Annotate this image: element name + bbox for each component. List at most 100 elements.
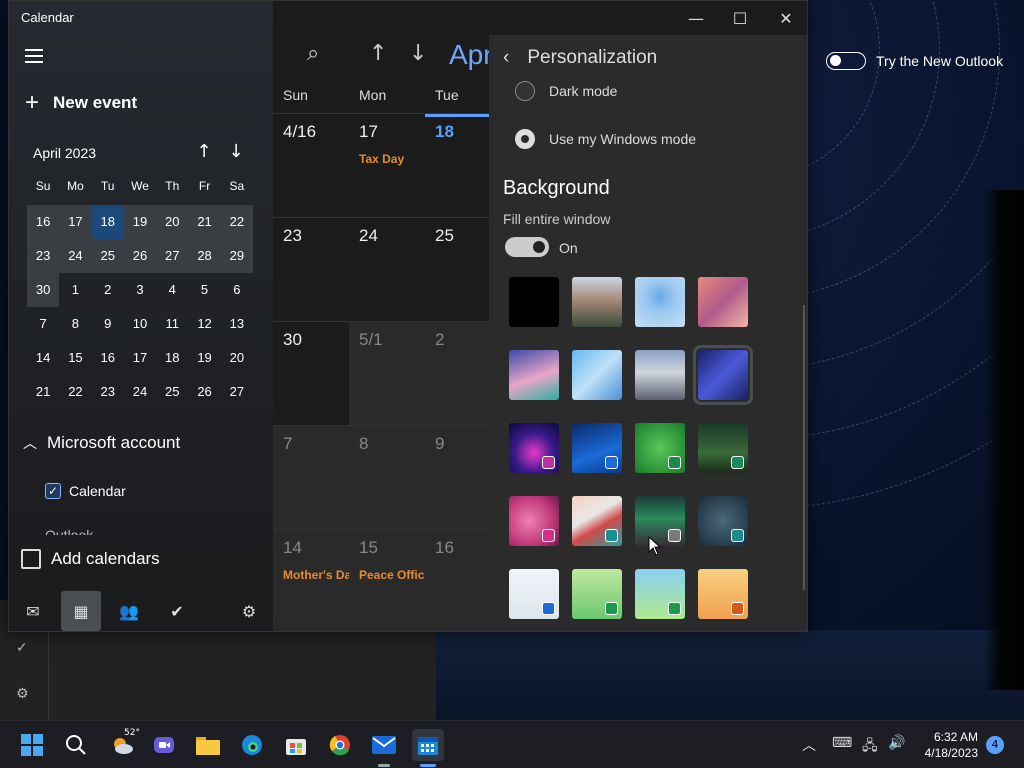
microsoft-account-group[interactable]: ︿ Microsoft account [23,433,180,453]
background-swatch[interactable] [698,496,748,546]
background-swatch[interactable] [509,496,559,546]
mini-day[interactable]: 4 [156,273,188,307]
event-label[interactable]: Mother's Day [283,568,353,582]
mini-day[interactable]: 16 [27,205,59,239]
mini-day[interactable]: 13 [221,307,253,341]
back-arrow-icon[interactable]: ‹ [503,47,509,69]
dark-mode-radio[interactable]: Dark mode [515,81,617,101]
background-swatch[interactable] [572,350,622,400]
background-swatch[interactable] [572,277,622,327]
day-cell[interactable]: 8 [349,426,425,530]
people-icon[interactable]: 👥 [109,591,149,631]
mini-day[interactable]: 1 [59,273,91,307]
day-cell[interactable]: 30 [273,322,349,426]
mini-day[interactable]: 3 [124,273,156,307]
day-cell[interactable]: 4/16 [273,114,349,218]
radio-dot-selected[interactable] [515,129,535,149]
mini-day[interactable]: 12 [188,307,220,341]
background-swatch[interactable] [509,569,559,619]
close-button[interactable]: ✕ [763,7,807,31]
day-cell[interactable]: 5/1 [349,322,425,426]
calendar-checkbox[interactable]: ✓ [45,483,61,499]
windows-start-icon[interactable] [16,729,48,761]
background-swatch[interactable] [572,496,622,546]
mini-day[interactable]: 27 [156,239,188,273]
calendar-app-icon[interactable] [412,729,444,767]
day-cell[interactable]: 15 Peace Officers [349,530,429,631]
todo-icon[interactable]: ✔ [157,591,197,631]
background-swatch[interactable] [509,350,559,400]
search-icon[interactable] [60,729,92,761]
outlook-group-peek[interactable]: Outlook [45,527,93,535]
mini-day[interactable]: 7 [27,307,59,341]
mini-day[interactable]: 20 [221,341,253,375]
arrow-down-icon[interactable]: ↓ [409,41,427,66]
day-cell[interactable]: 23 [273,218,349,322]
mini-day[interactable]: 21 [27,375,59,409]
mini-day[interactable]: 21 [188,205,220,239]
mini-day[interactable]: 9 [92,307,124,341]
mini-day[interactable]: 6 [221,273,253,307]
mini-calendar-month[interactable]: April 2023 [33,145,96,161]
background-swatch[interactable] [693,345,753,405]
add-calendars-button[interactable]: Add calendars [21,549,160,569]
mini-day[interactable]: 8 [59,307,91,341]
toggle-switch[interactable] [826,52,866,70]
background-swatch[interactable] [509,423,559,473]
mini-day[interactable]: 18 [156,341,188,375]
mini-day[interactable]: 25 [92,239,124,273]
day-cell[interactable]: 24 [349,218,425,322]
background-swatch[interactable] [698,569,748,619]
mini-day[interactable]: 22 [59,375,91,409]
background-swatch[interactable] [509,277,559,327]
clock[interactable]: 6:32 AM 4/18/2023 [925,729,978,761]
mini-day[interactable]: 24 [59,239,91,273]
mail-app-icon[interactable] [368,729,400,767]
mini-day[interactable]: 14 [27,341,59,375]
notification-badge[interactable]: 4 [986,736,1004,754]
month-label[interactable]: Apr [449,39,493,71]
try-new-outlook-toggle[interactable]: Try the New Outlook [826,52,1003,70]
windows-mode-radio[interactable]: Use my Windows mode [515,129,696,149]
background-swatch[interactable] [635,423,685,473]
edge-browser-icon[interactable] [236,729,268,761]
chat-video-icon[interactable] [148,729,180,761]
background-swatch[interactable] [698,423,748,473]
mini-day[interactable]: 11 [156,307,188,341]
file-explorer-icon[interactable] [192,729,224,761]
background-swatch[interactable] [635,350,685,400]
search-icon[interactable]: ⌕ [307,41,319,66]
event-label[interactable]: Tax Day [359,152,429,166]
mini-day[interactable]: 26 [188,375,220,409]
store-icon[interactable] [280,729,312,761]
day-cell[interactable]: 17 Tax Day [349,114,425,218]
mini-day[interactable]: 27 [221,375,253,409]
fill-window-toggle[interactable] [505,237,549,257]
background-swatch[interactable] [698,277,748,327]
mini-day[interactable]: 23 [92,375,124,409]
mini-day[interactable]: 19 [124,205,156,239]
settings-gear-icon[interactable]: ⚙ [229,591,269,631]
mini-day[interactable]: 10 [124,307,156,341]
mini-day[interactable]: 20 [156,205,188,239]
mini-day[interactable]: 17 [59,205,91,239]
radio-dot[interactable] [515,81,535,101]
background-swatch[interactable] [635,277,685,327]
event-label[interactable]: Peace Officers [359,568,429,582]
mail-icon[interactable]: ✉ [13,591,53,631]
keyboard-icon[interactable]: ⌨ [832,735,852,751]
background-swatch[interactable] [572,569,622,619]
arrow-up-icon[interactable]: ↑ [193,141,215,162]
day-cell[interactable]: 14 Mother's Day [273,530,353,631]
mini-day[interactable]: 15 [59,341,91,375]
mini-day-today[interactable]: 18 [91,205,124,239]
panel-scrollbar[interactable] [803,305,805,590]
arrow-down-icon[interactable]: ↓ [225,141,247,162]
mini-day[interactable]: 16 [92,341,124,375]
mini-day[interactable]: 17 [124,341,156,375]
network-icon[interactable]: 🖧 [862,735,878,759]
calendar-icon[interactable]: ▦ [61,591,101,631]
mini-day[interactable]: 26 [124,239,156,273]
mini-day[interactable]: 28 [188,239,220,273]
new-event-button[interactable]: + New event [25,91,137,115]
